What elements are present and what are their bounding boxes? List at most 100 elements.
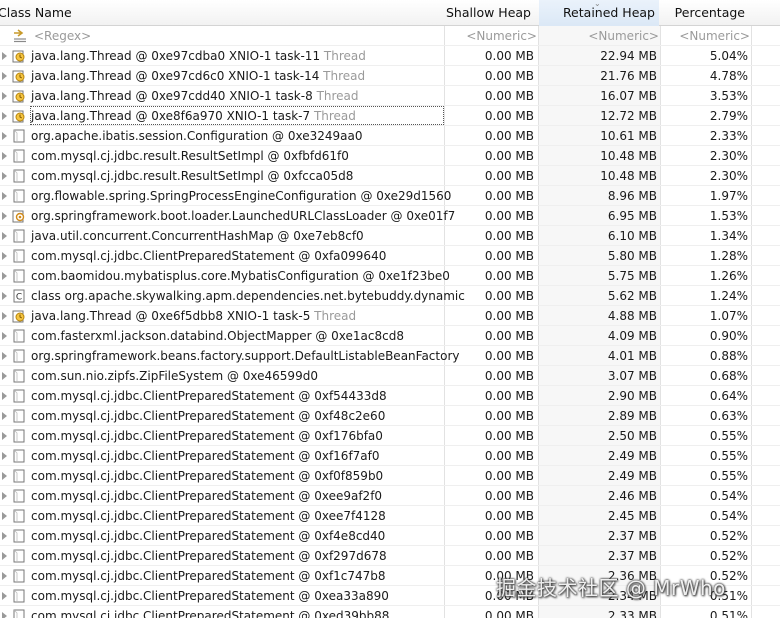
table-row[interactable]: com.baomidou.mybatisplus.core.MybatisCon… [0, 266, 780, 286]
table-row[interactable]: java.lang.Thread @ 0xe97cdba0 XNIO-1 tas… [0, 46, 780, 66]
expand-arrow-icon[interactable] [2, 292, 7, 300]
column-header-class-name[interactable]: Class Name [0, 0, 442, 26]
class-name-cell: com.mysql.cj.jdbc.ClientPreparedStatemen… [31, 466, 383, 486]
class-name-cell: com.mysql.cj.jdbc.ClientPreparedStatemen… [31, 546, 387, 566]
class-name-cell: java.lang.Thread @ 0xe97cdd40 XNIO-1 tas… [31, 86, 359, 106]
percentage-cell: 1.34% [709, 229, 748, 243]
expand-arrow-icon[interactable] [2, 112, 7, 120]
expand-arrow-icon[interactable] [2, 532, 7, 540]
expand-arrow-icon[interactable] [2, 132, 7, 140]
percentage-cell: 4.78% [709, 69, 748, 83]
class-name-filter-input[interactable]: <Regex> [34, 26, 434, 46]
table-row[interactable]: com.mysql.cj.jdbc.ClientPreparedStatemen… [0, 426, 780, 446]
thread-name-suffix: Thread [323, 69, 366, 83]
expand-arrow-icon[interactable] [2, 412, 7, 420]
class-name-cell: java.lang.Thread @ 0xe97cdba0 XNIO-1 tas… [31, 46, 366, 66]
retained-heap-cell: 6.95 MB [607, 209, 657, 223]
expand-arrow-icon[interactable] [2, 152, 7, 160]
column-header-percentage[interactable]: Percentage [661, 0, 745, 26]
expand-arrow-icon[interactable] [2, 572, 7, 580]
object-icon [13, 529, 25, 543]
expand-arrow-icon[interactable] [2, 232, 7, 240]
expand-arrow-icon[interactable] [2, 432, 7, 440]
table-row[interactable]: org.flowable.spring.SpringProcessEngineC… [0, 186, 780, 206]
retained-heap-cell: 5.80 MB [607, 249, 657, 263]
table-row[interactable]: java.lang.Thread @ 0xe8f6a970 XNIO-1 tas… [0, 106, 780, 126]
percentage-cell: 1.07% [709, 309, 748, 323]
expand-arrow-icon[interactable] [2, 352, 7, 360]
table-row[interactable]: com.mysql.cj.jdbc.result.ResultSetImpl @… [0, 166, 780, 186]
column-header-shallow-heap[interactable]: Shallow Heap [445, 0, 531, 26]
table-row[interactable]: org.apache.ibatis.session.Configuration … [0, 126, 780, 146]
shallow-heap-cell: 0.00 MB [484, 409, 534, 423]
table-row[interactable]: com.fasterxml.jackson.databind.ObjectMap… [0, 326, 780, 346]
retained-heap-filter-input[interactable]: <Numeric> [539, 26, 659, 46]
expand-arrow-icon[interactable] [2, 52, 7, 60]
expand-arrow-icon[interactable] [2, 192, 7, 200]
table-row[interactable]: com.mysql.cj.jdbc.ClientPreparedStatemen… [0, 466, 780, 486]
object-label: com.baomidou.mybatisplus.core.MybatisCon… [31, 269, 450, 283]
object-icon [13, 509, 25, 523]
table-row[interactable]: java.lang.Thread @ 0xe6f5dbb8 XNIO-1 tas… [0, 306, 780, 326]
table-row[interactable]: com.mysql.cj.jdbc.ClientPreparedStatemen… [0, 406, 780, 426]
table-row[interactable]: com.mysql.cj.jdbc.ClientPreparedStatemen… [0, 446, 780, 466]
expand-arrow-icon[interactable] [2, 312, 7, 320]
percentage-cell: 0.54% [709, 489, 748, 503]
shallow-heap-filter-input[interactable]: <Numeric> [445, 26, 537, 46]
expand-arrow-icon[interactable] [2, 492, 7, 500]
class-name-cell: com.mysql.cj.jdbc.ClientPreparedStatemen… [31, 386, 387, 406]
object-label: com.mysql.cj.jdbc.ClientPreparedStatemen… [31, 389, 387, 403]
expand-arrow-icon[interactable] [2, 252, 7, 260]
percentage-cell: 0.55% [709, 429, 748, 443]
expand-arrow-icon[interactable] [2, 72, 7, 80]
table-row[interactable]: com.mysql.cj.jdbc.ClientPreparedStatemen… [0, 486, 780, 506]
class-name-cell: org.springframework.boot.loader.Launched… [31, 206, 455, 226]
table-row[interactable]: org.springframework.beans.factory.suppor… [0, 346, 780, 366]
table-row[interactable]: com.mysql.cj.jdbc.ClientPreparedStatemen… [0, 386, 780, 406]
object-label: com.mysql.cj.jdbc.result.ResultSetImpl @… [31, 149, 349, 163]
expand-arrow-icon[interactable] [2, 472, 7, 480]
expand-arrow-icon[interactable] [2, 172, 7, 180]
expand-arrow-icon[interactable] [2, 332, 7, 340]
expand-arrow-icon[interactable] [2, 612, 7, 618]
shallow-heap-cell: 0.00 MB [484, 129, 534, 143]
object-icon [13, 169, 25, 183]
object-icon [13, 229, 25, 243]
object-label: com.mysql.cj.jdbc.ClientPreparedStatemen… [31, 509, 386, 523]
retained-heap-cell: 2.49 MB [607, 469, 657, 483]
expand-arrow-icon[interactable] [2, 592, 7, 600]
object-label: com.mysql.cj.jdbc.ClientPreparedStatemen… [31, 589, 389, 603]
table-row[interactable]: Cclass org.apache.skywalking.apm.depende… [0, 286, 780, 306]
thread-name-suffix: Thread [323, 49, 366, 63]
expand-arrow-icon[interactable] [2, 272, 7, 280]
expand-arrow-icon[interactable] [2, 552, 7, 560]
object-label: com.mysql.cj.jdbc.ClientPreparedStatemen… [31, 549, 387, 563]
table-row[interactable]: com.mysql.cj.jdbc.ClientPreparedStatemen… [0, 546, 780, 566]
expand-arrow-icon[interactable] [2, 512, 7, 520]
table-row[interactable]: com.mysql.cj.jdbc.ClientPreparedStatemen… [0, 526, 780, 546]
table-row[interactable]: java.util.concurrent.ConcurrentHashMap @… [0, 226, 780, 246]
retained-heap-cell: 2.33 MB [607, 609, 657, 618]
class-name-cell: com.mysql.cj.jdbc.result.ResultSetImpl @… [31, 166, 353, 186]
table-row[interactable]: com.mysql.cj.jdbc.ClientPreparedStatemen… [0, 246, 780, 266]
shallow-heap-cell: 0.00 MB [484, 269, 534, 283]
expand-arrow-icon[interactable] [2, 452, 7, 460]
percentage-cell: 0.63% [709, 409, 748, 423]
expand-arrow-icon[interactable] [2, 212, 7, 220]
percentage-cell: 2.33% [709, 129, 748, 143]
expand-arrow-icon[interactable] [2, 372, 7, 380]
table-row[interactable]: com.mysql.cj.jdbc.ClientPreparedStatemen… [0, 506, 780, 526]
table-row[interactable]: org.springframework.boot.loader.Launched… [0, 206, 780, 226]
expand-arrow-icon[interactable] [2, 92, 7, 100]
object-icon [13, 469, 25, 483]
percentage-filter-input[interactable]: <Numeric> [661, 26, 750, 46]
table-row[interactable]: com.sun.nio.zipfs.ZipFileSystem @ 0xe465… [0, 366, 780, 386]
table-row[interactable]: com.mysql.cj.jdbc.ClientPreparedStatemen… [0, 606, 780, 618]
percentage-cell: 2.30% [709, 169, 748, 183]
expand-arrow-icon[interactable] [2, 392, 7, 400]
table-row[interactable]: java.lang.Thread @ 0xe97cdd40 XNIO-1 tas… [0, 86, 780, 106]
table-row[interactable]: java.lang.Thread @ 0xe97cd6c0 XNIO-1 tas… [0, 66, 780, 86]
percentage-cell: 0.52% [709, 549, 748, 563]
table-row[interactable]: com.mysql.cj.jdbc.result.ResultSetImpl @… [0, 146, 780, 166]
percentage-cell: 1.26% [709, 269, 748, 283]
